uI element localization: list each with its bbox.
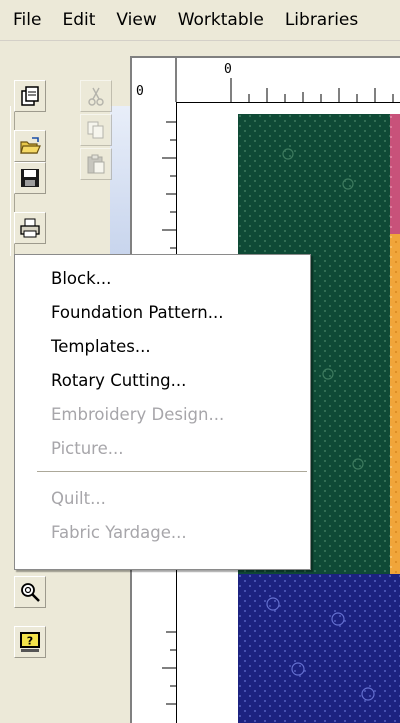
menu-separator bbox=[37, 471, 307, 473]
menu-item-rotary-cutting[interactable]: Rotary Cutting... bbox=[51, 367, 186, 395]
open-folder-icon bbox=[20, 137, 41, 154]
scissors-icon bbox=[88, 87, 104, 106]
menu-edit[interactable]: Edit bbox=[49, 0, 103, 40]
printer-icon bbox=[20, 218, 40, 238]
help-icon: ? bbox=[20, 632, 40, 652]
menu-worktable[interactable]: Worktable bbox=[165, 0, 272, 40]
zoom-button[interactable] bbox=[14, 576, 46, 608]
menu-libraries[interactable]: Libraries bbox=[272, 0, 366, 40]
cut-button[interactable] bbox=[80, 80, 112, 112]
menu-view[interactable]: View bbox=[103, 0, 164, 40]
menu-item-fabric-yardage: Fabric Yardage... bbox=[51, 523, 187, 542]
new-project-icon bbox=[21, 86, 39, 106]
menu-item-picture: Picture... bbox=[51, 439, 124, 458]
svg-text:?: ? bbox=[27, 635, 33, 648]
new-project-button[interactable] bbox=[14, 80, 46, 112]
open-project-button[interactable] bbox=[14, 130, 46, 162]
menu-item-embroidery-design: Embroidery Design... bbox=[51, 405, 225, 424]
dropdown-menu: Block... Foundation Pattern... Templates… bbox=[14, 254, 311, 570]
ruler-top-zero: 0 bbox=[224, 62, 232, 77]
ruler-left-zero: 0 bbox=[136, 84, 144, 99]
help-button[interactable]: ? bbox=[14, 626, 46, 658]
save-disk-icon bbox=[21, 169, 39, 187]
menu-item-templates[interactable]: Templates... bbox=[51, 333, 151, 361]
copy-button[interactable] bbox=[80, 114, 112, 146]
paste-button[interactable] bbox=[80, 148, 112, 180]
menu-file[interactable]: File bbox=[0, 0, 49, 40]
clipboard-icon bbox=[87, 154, 105, 174]
copy-icon bbox=[87, 121, 104, 139]
save-project-button[interactable] bbox=[14, 162, 46, 194]
print-button[interactable] bbox=[14, 212, 46, 244]
menu-bar: File Edit View Worktable Libraries bbox=[0, 0, 400, 41]
ruler-ticks-top bbox=[175, 58, 394, 102]
menu-item-block[interactable]: Block... bbox=[51, 265, 111, 293]
horizontal-ruler: 0 bbox=[132, 58, 400, 103]
menu-item-quilt: Quilt... bbox=[51, 489, 106, 508]
menu-item-foundation-pattern[interactable]: Foundation Pattern... bbox=[51, 299, 223, 327]
zoom-icon bbox=[21, 583, 40, 602]
